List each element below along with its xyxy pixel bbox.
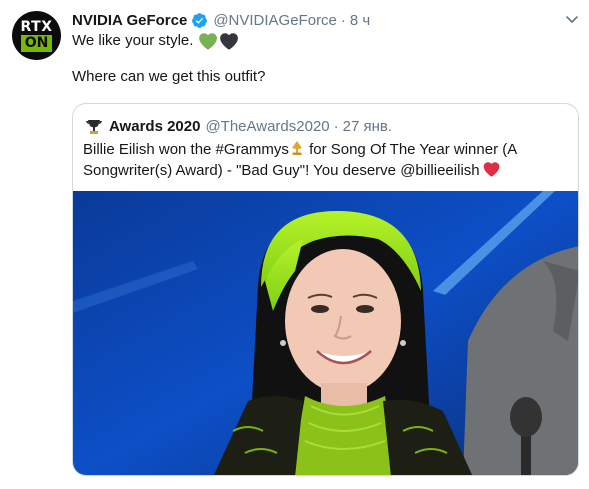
tweet-text-line-1: We like your style. (72, 31, 239, 51)
author-name[interactable]: NVIDIA GeForce (72, 12, 187, 29)
tweet-text: We like your style. (72, 32, 194, 49)
header-separator: · (340, 11, 346, 29)
avatar-on-text: ON (21, 35, 52, 52)
green-heart-icon (199, 32, 218, 50)
quoted-timestamp[interactable]: 27 янв. (343, 118, 392, 135)
quoted-text-part-1: Billie Eilish won the #Grammys (83, 141, 289, 158)
quoted-author-name[interactable]: Awards 2020 (109, 118, 200, 135)
gramophone-icon (290, 140, 304, 156)
quoted-tweet-text: Billie Eilish won the #Grammys for Song … (83, 139, 571, 181)
tweet-timestamp[interactable]: 8 ч (350, 12, 370, 29)
tweet-header: NVIDIA GeForce @NVIDIAGeForce · 8 ч (72, 9, 370, 31)
tweet[interactable]: RTX ON NVIDIA GeForce @NVIDIAGeForce · 8… (0, 0, 589, 489)
black-heart-icon (220, 32, 239, 50)
trophy-avatar-icon[interactable] (85, 117, 103, 135)
verified-badge-icon (191, 12, 208, 29)
avatar-rtx-text: RTX (20, 19, 53, 35)
quoted-tweet-header: Awards 2020 @TheAwards2020 · 27 янв. (85, 116, 392, 136)
quoted-author-handle[interactable]: @TheAwards2020 (205, 118, 329, 135)
quoted-header-separator: · (333, 117, 339, 135)
chevron-down-icon[interactable] (563, 10, 581, 28)
author-handle[interactable]: @NVIDIAGeForce (213, 12, 337, 29)
red-heart-icon (483, 162, 500, 177)
quoted-tweet[interactable]: Awards 2020 @TheAwards2020 · 27 янв. Bil… (72, 103, 579, 476)
quoted-tweet-photo[interactable] (73, 191, 578, 475)
author-avatar[interactable]: RTX ON (12, 11, 61, 60)
tweet-text-line-2: Where can we get this outfit? (72, 68, 266, 85)
